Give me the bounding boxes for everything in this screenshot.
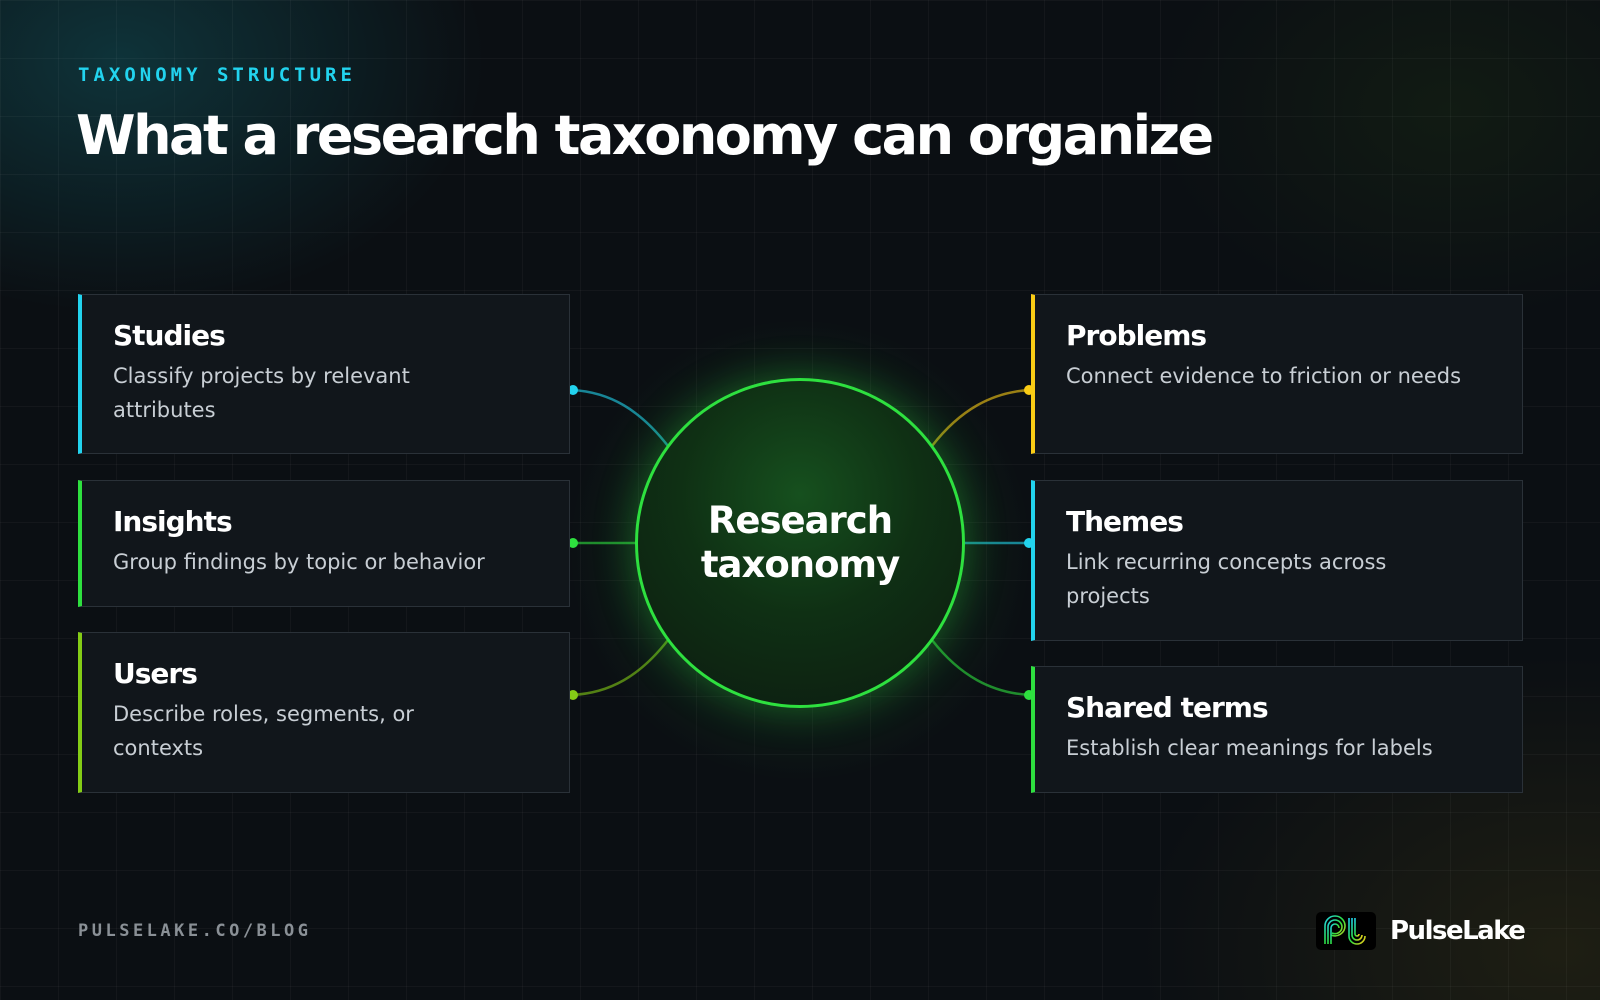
pulselake-logo-icon bbox=[1316, 912, 1376, 950]
card-description: Describe roles, segments, or contexts bbox=[113, 702, 414, 760]
card-description: Establish clear meanings for labels bbox=[1066, 736, 1433, 760]
card-users: Users Describe roles, segments, or conte… bbox=[78, 632, 570, 793]
card-title: Problems bbox=[1066, 319, 1207, 352]
card-insights: Insights Group findings by topic or beha… bbox=[78, 480, 570, 607]
card-title: Insights bbox=[113, 505, 233, 538]
brand-name: PulseLake bbox=[1390, 916, 1526, 946]
card-title: Studies bbox=[113, 319, 226, 352]
card-description: Link recurring concepts across projects bbox=[1066, 550, 1387, 608]
card-title: Shared terms bbox=[1066, 691, 1269, 724]
card-title: Themes bbox=[1066, 505, 1184, 538]
card-studies: Studies Classify projects by relevant at… bbox=[78, 294, 570, 454]
hub-circle: Research taxonomy bbox=[635, 378, 965, 708]
hub-label: Research taxonomy bbox=[700, 499, 900, 586]
card-shared-terms: Shared terms Establish clear meanings fo… bbox=[1031, 666, 1523, 793]
card-themes: Themes Link recurring concepts across pr… bbox=[1031, 480, 1523, 641]
card-description: Classify projects by relevant attributes bbox=[113, 364, 410, 422]
card-description: Connect evidence to friction or needs bbox=[1066, 364, 1462, 388]
card-problems: Problems Connect evidence to friction or… bbox=[1031, 294, 1523, 454]
card-description: Group findings by topic or behavior bbox=[113, 550, 485, 574]
brand-logo: PulseLake bbox=[1316, 912, 1526, 950]
card-title: Users bbox=[113, 657, 198, 690]
footer-url: PULSELAKE.CO/BLOG bbox=[78, 921, 312, 941]
